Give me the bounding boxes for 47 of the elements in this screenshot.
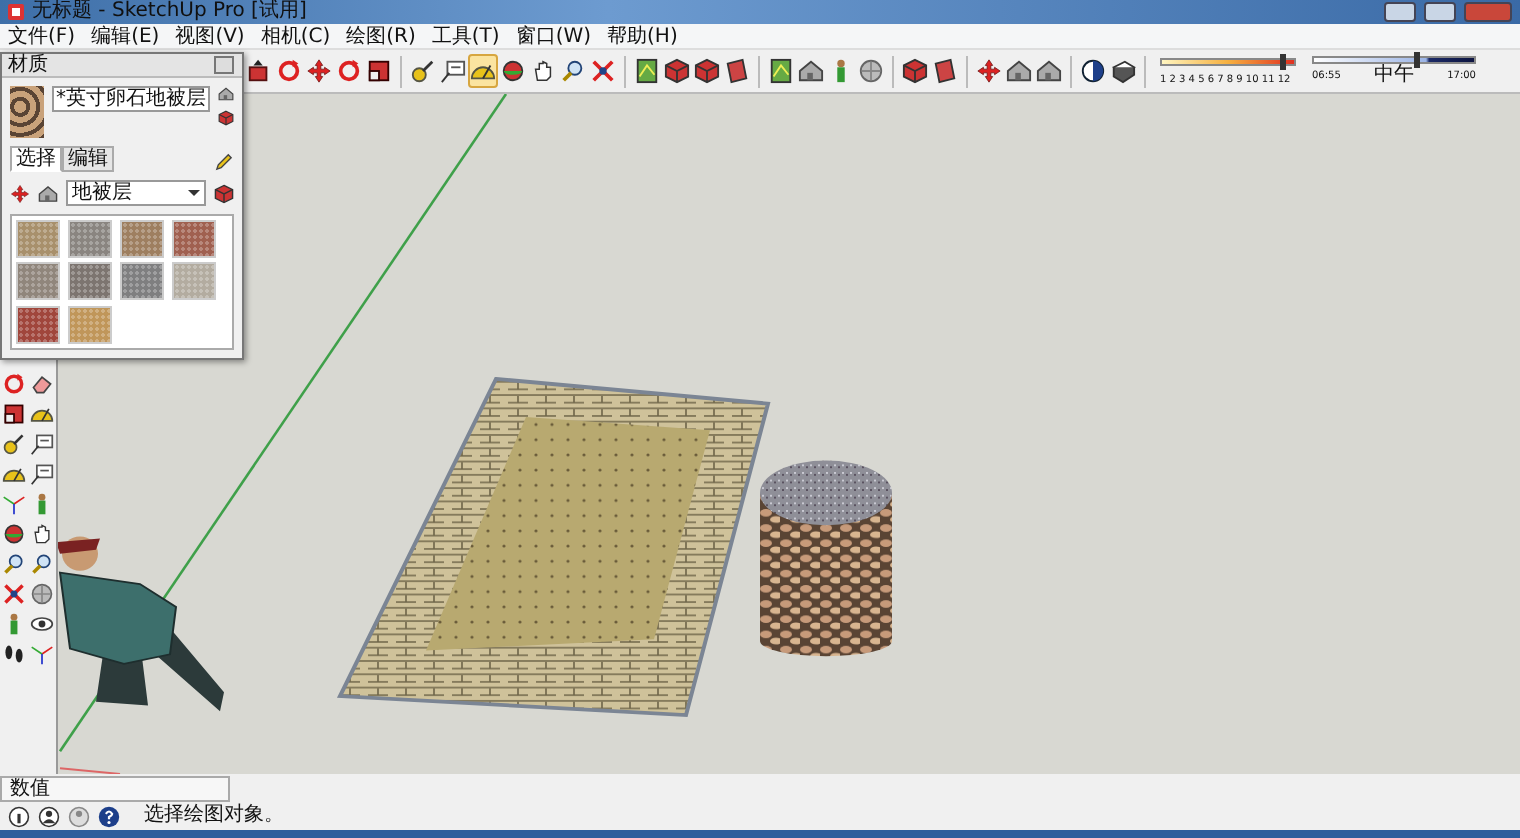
user-icon[interactable]	[68, 805, 90, 827]
material-swatch[interactable]	[16, 220, 60, 258]
minimize-button[interactable]	[1384, 2, 1416, 22]
menu-item[interactable]: 工具(T)	[423, 24, 508, 48]
measurement-label: 数值	[0, 775, 230, 801]
material-swatch[interactable]	[68, 220, 112, 258]
slider-thumb[interactable]	[1280, 53, 1287, 69]
menu-item[interactable]: 窗口(W)	[507, 24, 600, 48]
cube-icon[interactable]	[214, 183, 234, 203]
material-swatch[interactable]	[68, 262, 112, 301]
material-preview	[10, 86, 44, 138]
person-circle-icon[interactable]	[38, 805, 60, 827]
house-icon[interactable]	[218, 86, 234, 102]
menu-item[interactable]: 视图(V)	[167, 24, 253, 48]
library-dropdown[interactable]: 地被层	[66, 180, 206, 206]
material-name-field[interactable]: *英寸卵石地被层	[52, 86, 210, 112]
house-icon[interactable]	[38, 183, 58, 203]
material-swatch[interactable]	[172, 220, 216, 258]
axis-line	[59, 767, 121, 774]
info-icon[interactable]	[8, 805, 30, 827]
date-slider[interactable]	[1160, 57, 1296, 65]
menu-item[interactable]: 绘图(R)	[338, 24, 424, 48]
menu-item[interactable]: 帮助(H)	[599, 24, 686, 48]
four-arrows-icon[interactable]	[10, 183, 30, 203]
material-swatch[interactable]	[68, 305, 112, 344]
menu-item[interactable]: 编辑(E)	[83, 24, 168, 48]
panel-title: 材质	[8, 53, 48, 77]
window-title: 无标题 - SketchUp Pro [试用]	[32, 0, 307, 24]
status-hint: 选择绘图对象。	[144, 802, 284, 830]
slider-thumb[interactable]	[1413, 52, 1420, 68]
menu-item[interactable]: 相机(C)	[252, 24, 339, 48]
material-swatch[interactable]	[120, 220, 164, 258]
app-icon	[8, 4, 24, 20]
cube-icon[interactable]	[218, 110, 234, 126]
noon-label: 中午	[1374, 64, 1414, 86]
panel-tab[interactable]: 编辑	[62, 146, 114, 172]
pencil-icon[interactable]	[214, 152, 234, 172]
material-swatch[interactable]	[16, 305, 60, 344]
time-slider[interactable]	[1312, 56, 1476, 64]
help-icon[interactable]	[98, 805, 120, 827]
menu-item[interactable]: 文件(F)	[0, 24, 84, 48]
close-button[interactable]	[214, 56, 234, 74]
material-swatch[interactable]	[16, 262, 60, 301]
panel-tab[interactable]: 选择	[10, 146, 62, 172]
material-swatch[interactable]	[120, 262, 164, 301]
maximize-button[interactable]	[1424, 2, 1456, 22]
material-swatch[interactable]	[172, 262, 216, 301]
